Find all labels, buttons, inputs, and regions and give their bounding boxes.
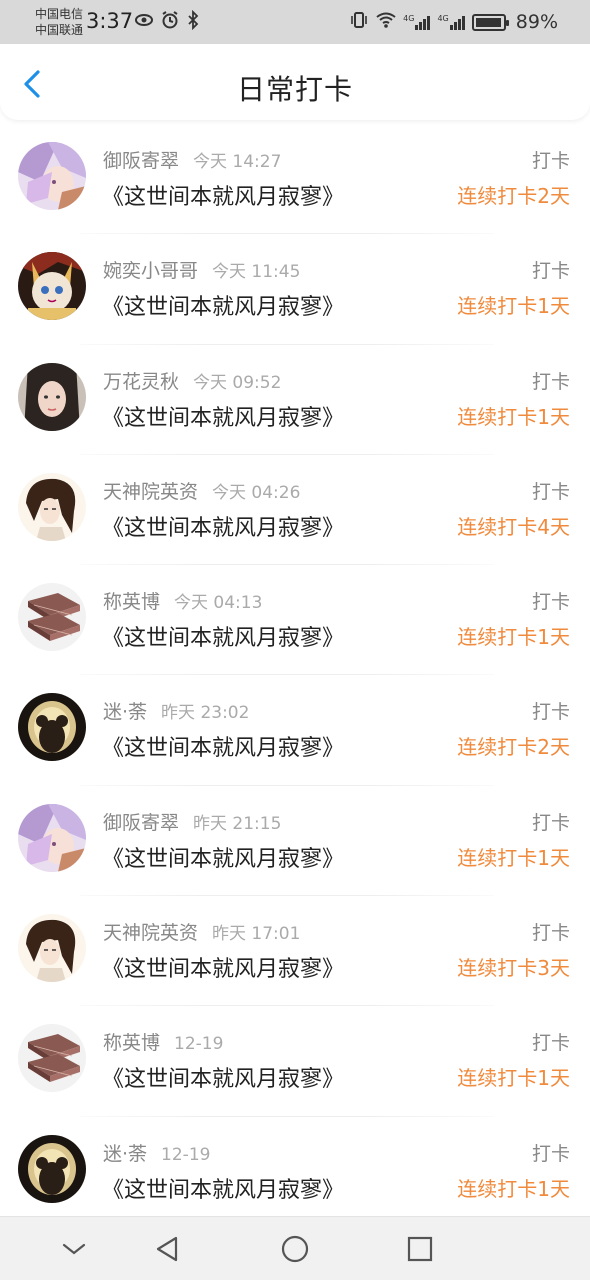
user-name[interactable]: 迷·荼 xyxy=(103,1143,147,1165)
alarm-icon xyxy=(160,10,180,35)
battery-percent: 89% xyxy=(515,11,558,33)
avatar[interactable] xyxy=(18,583,86,652)
book-title[interactable]: 《这世间本就风月寂寥》 xyxy=(102,730,344,762)
checkin-label: 打卡 xyxy=(531,370,570,393)
checkin-item[interactable]: 天神院英资 今天 04:26 《这世间本就风月寂寥》 打卡 连续打卡4天 xyxy=(0,455,590,566)
checkin-time: 12-19 xyxy=(174,1034,224,1055)
nav-recents-button[interactable] xyxy=(404,1233,436,1265)
checkin-label: 打卡 xyxy=(531,1142,570,1165)
user-name[interactable]: 天神院英资 xyxy=(103,481,198,503)
checkin-time: 今天 04:13 xyxy=(174,593,263,614)
circle-home-icon xyxy=(281,1235,309,1263)
vibrate-icon xyxy=(349,10,369,34)
user-name[interactable]: 迷·荼 xyxy=(103,701,147,723)
checkin-item[interactable]: 称英博 今天 04:13 《这世间本就风月寂寥》 打卡 连续打卡1天 xyxy=(0,565,590,676)
book-title[interactable]: 《这世间本就风月寂寥》 xyxy=(102,1061,344,1093)
app-header: 日常打卡 xyxy=(0,44,590,120)
avatar[interactable] xyxy=(18,472,86,541)
battery-icon xyxy=(471,13,509,31)
wifi-icon xyxy=(375,11,397,33)
checkin-label: 打卡 xyxy=(531,260,570,283)
checkin-item[interactable]: 御阪寄翠 昨天 21:15 《这世间本就风月寂寥》 打卡 连续打卡1天 xyxy=(0,786,590,897)
streak-label: 连续打卡1天 xyxy=(457,404,570,429)
user-name[interactable]: 称英博 xyxy=(103,1032,160,1054)
streak-label: 连续打卡4天 xyxy=(457,514,570,539)
checkin-item[interactable]: 万花灵秋 今天 09:52 《这世间本就风月寂寥》 打卡 连续打卡1天 xyxy=(0,345,590,455)
checkin-time: 12-19 xyxy=(161,1144,211,1165)
book-title[interactable]: 《这世间本就风月寂寥》 xyxy=(102,841,344,873)
checkin-label: 打卡 xyxy=(531,701,570,724)
book-title[interactable]: 《这世间本就风月寂寥》 xyxy=(102,510,344,542)
user-name[interactable]: 称英博 xyxy=(103,591,160,613)
avatar[interactable] xyxy=(18,803,86,872)
carrier-1: 中国电信 xyxy=(35,7,84,21)
streak-label: 连续打卡1天 xyxy=(457,294,570,319)
user-name[interactable]: 天神院英资 xyxy=(103,922,198,944)
nav-back-button[interactable] xyxy=(152,1233,184,1265)
book-title[interactable]: 《这世间本就风月寂寥》 xyxy=(102,289,344,321)
streak-label: 连续打卡1天 xyxy=(457,845,570,870)
checkin-time: 今天 14:27 xyxy=(193,152,282,172)
checkin-item[interactable]: 称英博 12-19 《这世间本就风月寂寥》 打卡 连续打卡1天 xyxy=(0,1006,590,1117)
avatar[interactable] xyxy=(18,914,86,983)
triangle-back-icon xyxy=(156,1236,178,1262)
avatar[interactable] xyxy=(18,1024,86,1093)
system-nav-bar xyxy=(0,1216,590,1280)
signal-1-icon: 4G xyxy=(403,14,431,30)
avatar[interactable] xyxy=(18,1134,86,1203)
chevron-down-icon xyxy=(62,1243,86,1255)
checkin-item[interactable]: 御阪寄翠 今天 14:27 《这世间本就风月寂寥》 打卡 连续打卡2天 xyxy=(0,124,590,235)
checkin-item[interactable]: 迷·荼 昨天 23:02 《这世间本就风月寂寥》 打卡 连续打卡2天 xyxy=(0,675,590,786)
streak-label: 连续打卡1天 xyxy=(457,1066,570,1091)
book-title[interactable]: 《这世间本就风月寂寥》 xyxy=(102,951,344,983)
signal-2-icon: 4G xyxy=(437,14,465,30)
checkin-item[interactable]: 天神院英资 昨天 17:01 《这世间本就风月寂寥》 打卡 连续打卡3天 xyxy=(0,896,590,1007)
checkin-item[interactable]: 迷·荼 12-19 《这世间本就风月寂寥》 打卡 连续打卡1天 xyxy=(0,1117,590,1227)
avatar[interactable] xyxy=(18,252,86,321)
user-name[interactable]: 御阪寄翠 xyxy=(103,812,179,834)
checkin-item[interactable]: 婉奕小哥哥 今天 11:45 《这世间本就风月寂寥》 打卡 连续打卡1天 xyxy=(0,234,590,345)
checkin-time: 昨天 23:02 xyxy=(161,703,250,724)
carrier-info: 中国电信 中国联通 xyxy=(35,6,83,38)
book-title[interactable]: 《这世间本就风月寂寥》 xyxy=(102,400,344,432)
checkin-time: 昨天 21:15 xyxy=(193,813,282,834)
avatar[interactable] xyxy=(18,142,86,210)
checkin-label: 打卡 xyxy=(531,922,570,945)
user-name[interactable]: 御阪寄翠 xyxy=(103,150,179,172)
checkin-label: 打卡 xyxy=(531,480,570,503)
clock: 3:37 xyxy=(86,9,134,33)
checkin-time: 今天 09:52 xyxy=(193,372,282,393)
user-name[interactable]: 婉奕小哥哥 xyxy=(103,260,198,282)
status-bar: 中国电信 中国联通 3:37 4G 4G 89% xyxy=(0,0,590,44)
checkin-time: 今天 11:45 xyxy=(212,262,301,283)
streak-label: 连续打卡3天 xyxy=(457,956,570,981)
book-title[interactable]: 《这世间本就风月寂寥》 xyxy=(102,1172,344,1204)
book-title[interactable]: 《这世间本就风月寂寥》 xyxy=(102,620,344,652)
bluetooth-icon xyxy=(186,9,200,35)
streak-label: 连续打卡1天 xyxy=(457,1176,570,1201)
book-title[interactable]: 《这世间本就风月寂寥》 xyxy=(102,179,344,211)
streak-label: 连续打卡2天 xyxy=(457,184,570,208)
checkin-label: 打卡 xyxy=(531,150,570,172)
carrier-2: 中国联通 xyxy=(35,23,84,37)
checkin-list: 御阪寄翠 今天 14:27 《这世间本就风月寂寥》 打卡 连续打卡2天 婉奕小哥哥… xyxy=(0,124,590,1227)
checkin-label: 打卡 xyxy=(531,1032,570,1055)
avatar[interactable] xyxy=(18,693,86,762)
nav-collapse-button[interactable] xyxy=(58,1233,90,1265)
checkin-label: 打卡 xyxy=(531,811,570,834)
user-name[interactable]: 万花灵秋 xyxy=(103,371,179,393)
square-recents-icon xyxy=(407,1236,433,1262)
streak-label: 连续打卡1天 xyxy=(457,625,570,650)
streak-label: 连续打卡2天 xyxy=(457,735,570,760)
nav-home-button[interactable] xyxy=(279,1233,311,1265)
checkin-time: 今天 04:26 xyxy=(212,482,301,503)
page-title: 日常打卡 xyxy=(236,73,353,106)
eye-icon xyxy=(134,10,154,35)
avatar[interactable] xyxy=(18,362,86,431)
checkin-time: 昨天 17:01 xyxy=(212,924,301,945)
checkin-label: 打卡 xyxy=(531,591,570,614)
